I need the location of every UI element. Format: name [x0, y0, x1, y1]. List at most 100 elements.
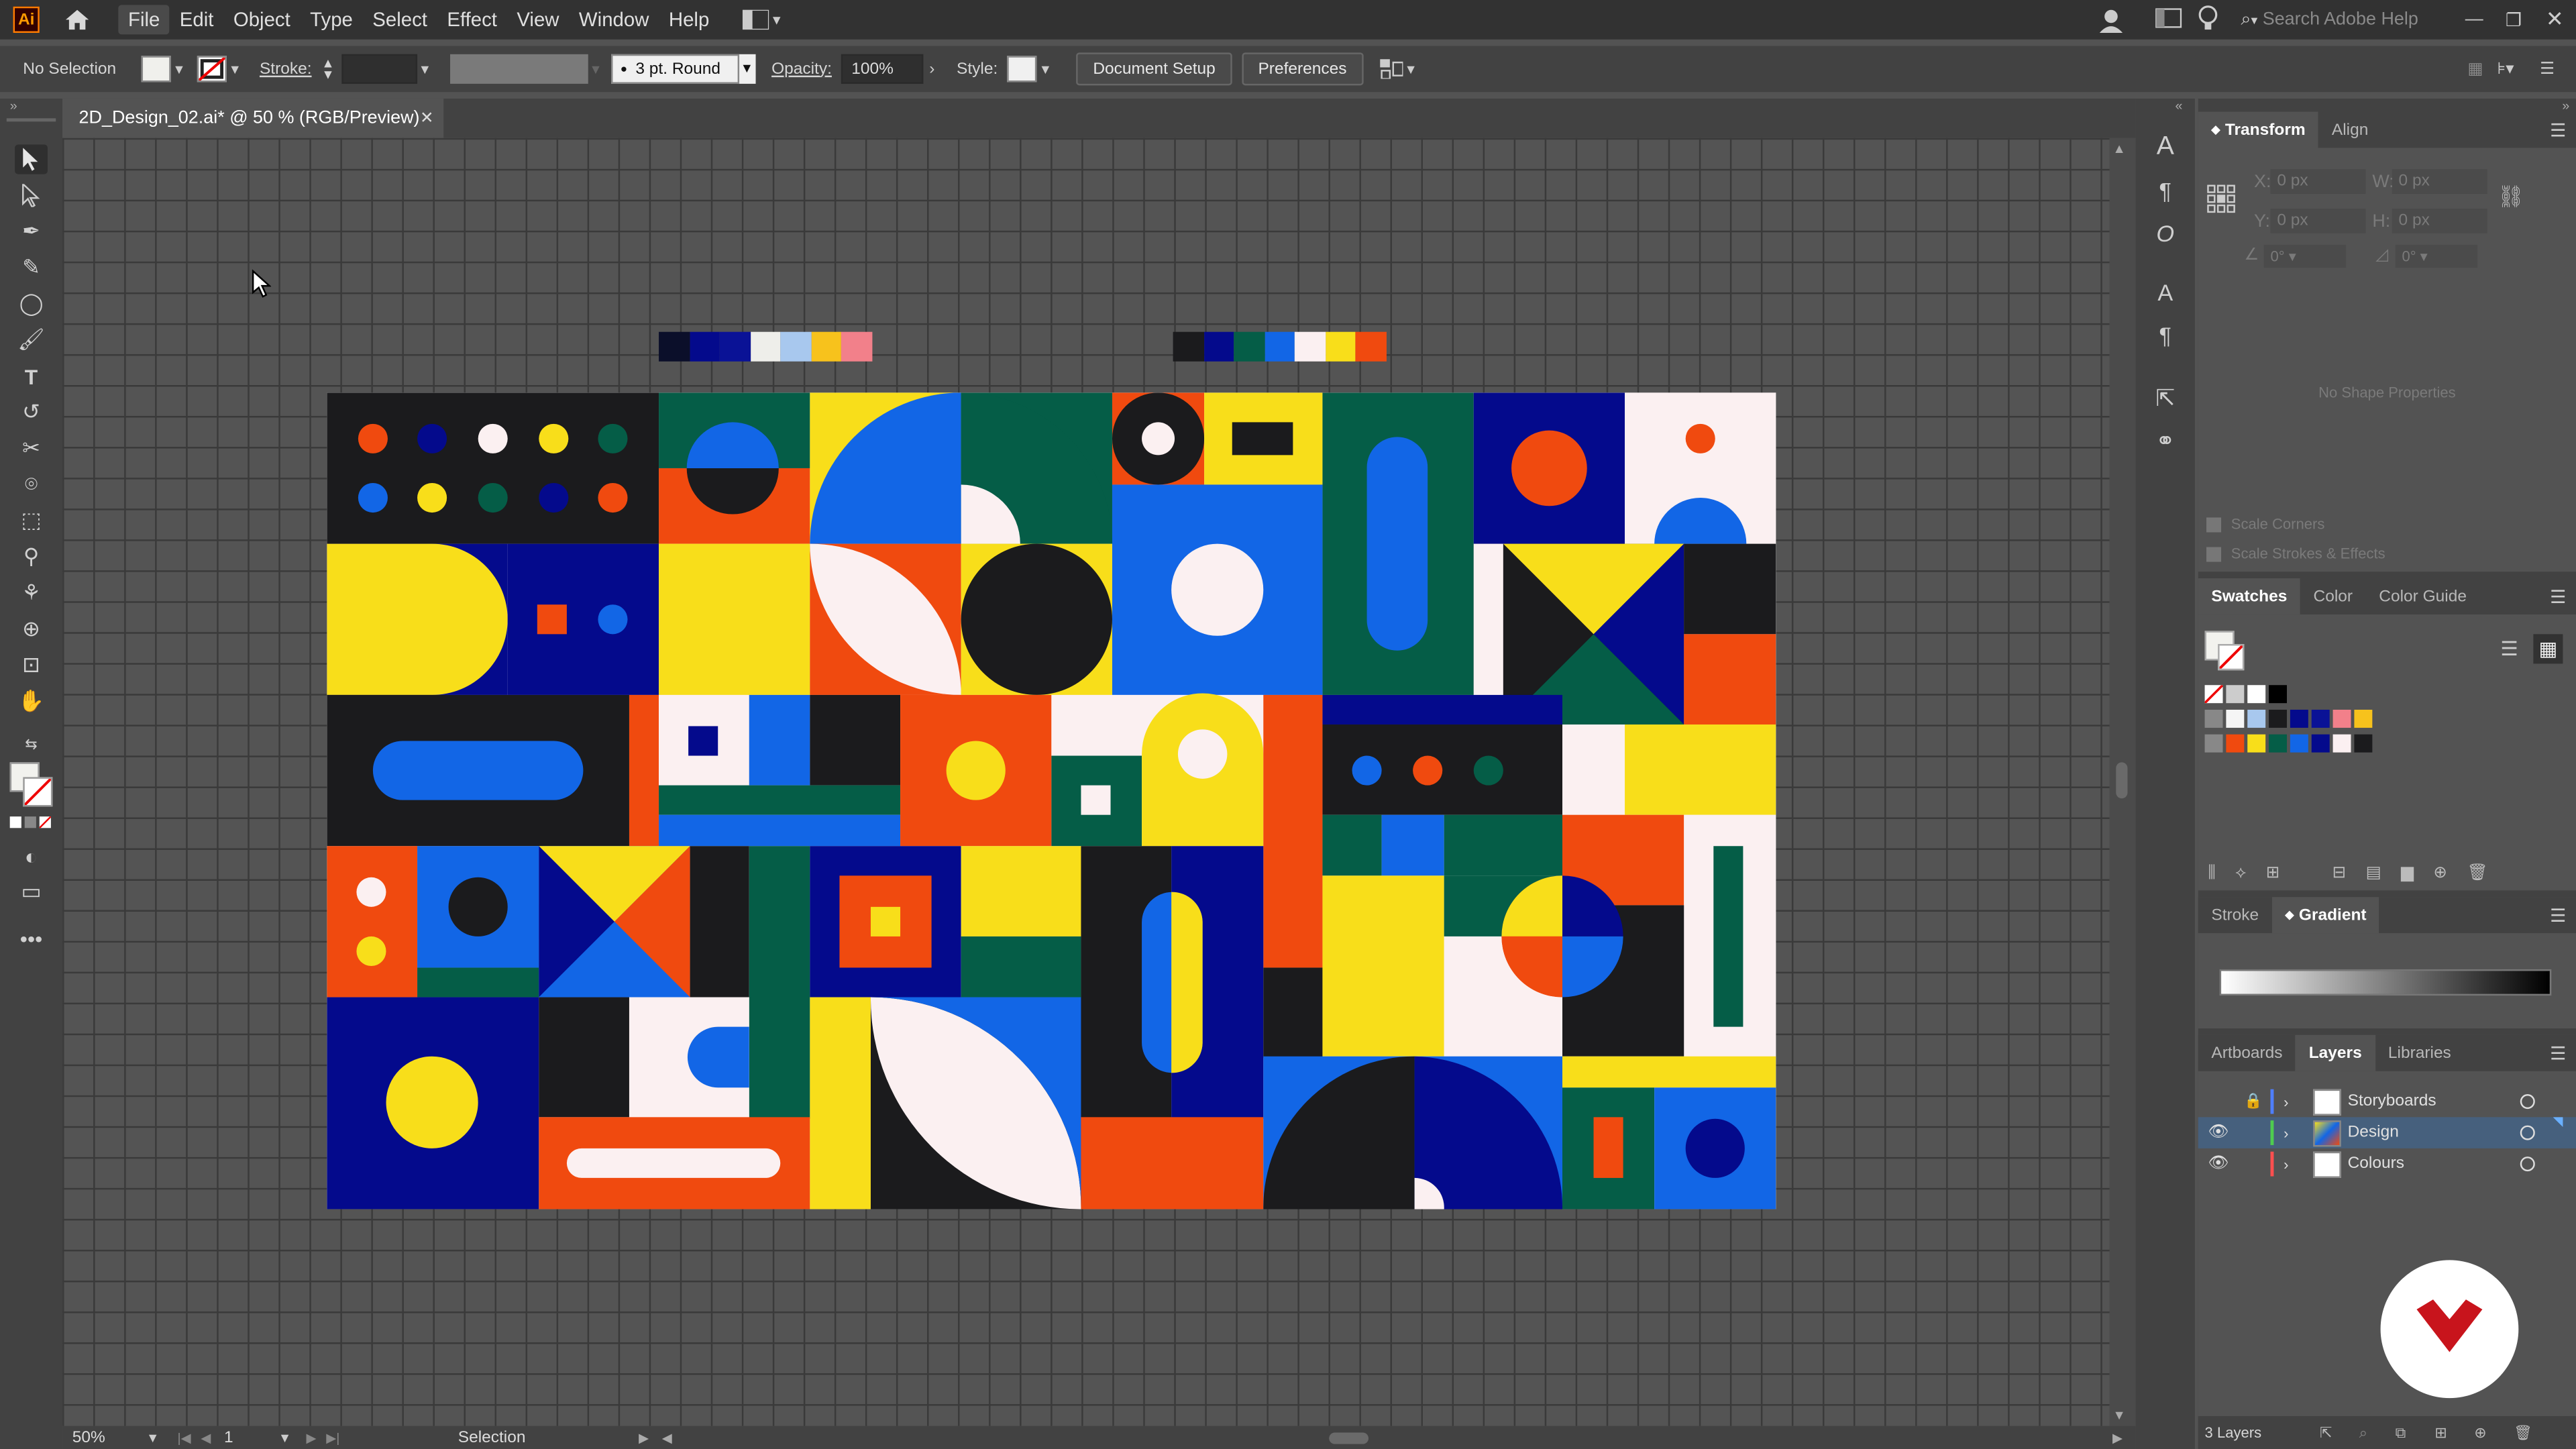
chevron-right-icon[interactable]: ›: [924, 60, 940, 78]
chevron-down-icon[interactable]: ▼: [1037, 62, 1053, 76]
swatch-black[interactable]: [2269, 685, 2288, 704]
scroll-up-icon[interactable]: ▲: [2112, 142, 2125, 156]
opentype-panel-icon[interactable]: O: [2149, 217, 2182, 250]
x-input[interactable]: 0 px: [2270, 169, 2366, 194]
collapse-strip-icon[interactable]: «: [2175, 99, 2182, 113]
scroll-right-icon[interactable]: ▶: [2112, 1430, 2123, 1445]
user-account-icon[interactable]: [2093, 7, 2129, 33]
character-panel-icon[interactable]: A: [2149, 131, 2182, 164]
rotate-angle-input[interactable]: 0° ▾: [2263, 244, 2347, 268]
opacity-label[interactable]: Opacity:: [771, 60, 832, 78]
fill-swatch[interactable]: [141, 56, 171, 83]
draw-mode-icon[interactable]: ◐: [15, 841, 48, 871]
chevron-down-icon[interactable]: ▼: [276, 1430, 292, 1445]
swatch-4[interactable]: [2290, 709, 2308, 728]
blend-tool-icon[interactable]: ⚘: [15, 578, 48, 608]
arrange-documents-icon[interactable]: [2155, 7, 2188, 32]
rotate-tool-icon[interactable]: ↺: [15, 398, 48, 427]
w-input[interactable]: 0 px: [2392, 169, 2487, 194]
layer-target-icon[interactable]: [2520, 1157, 2535, 1172]
opacity-input[interactable]: 100%: [841, 54, 924, 84]
ellipse-tool-icon[interactable]: ◯: [15, 289, 48, 319]
active-stroke-swatch[interactable]: [2218, 644, 2245, 671]
swatch-white[interactable]: [2247, 685, 2266, 704]
layer-visibility-eye-icon[interactable]: 👁: [2208, 1124, 2229, 1142]
chevron-down-icon[interactable]: ▼: [145, 1430, 161, 1445]
delete-layer-icon[interactable]: 🗑: [2514, 1424, 2532, 1442]
artboard-tool-icon[interactable]: ⊡: [15, 651, 48, 680]
shape-builder-tool-icon[interactable]: ⊕: [15, 614, 48, 644]
status-menu-icon[interactable]: ▶: [639, 1430, 649, 1445]
swatch-1[interactable]: [2226, 709, 2245, 728]
swatch-kind-icon[interactable]: ⟡: [2235, 864, 2246, 882]
swatch-list-icon[interactable]: ▤: [2366, 864, 2381, 882]
stroke-weight-stepper[interactable]: ▲ ▼: [321, 56, 334, 81]
workspace-switcher[interactable]: ▼: [742, 9, 785, 30]
swatch-14[interactable]: [2354, 734, 2373, 753]
color-mode-buttons[interactable]: [9, 816, 51, 828]
swatch-none[interactable]: [2204, 685, 2223, 704]
collapse-toolbar-icon[interactable]: »: [10, 99, 17, 113]
zoom-level[interactable]: 50%: [72, 1428, 145, 1446]
shear-input[interactable]: 0° ▾: [2395, 244, 2478, 268]
layer-name[interactable]: Colours: [2348, 1155, 2404, 1173]
menu-effect[interactable]: Effect: [437, 5, 507, 34]
layer-name[interactable]: Storyboards: [2348, 1093, 2436, 1111]
collect-export-icon[interactable]: ⇱: [2320, 1424, 2359, 1442]
tab-gradient[interactable]: ◆ Gradient: [2271, 897, 2380, 934]
swatch-8[interactable]: [2226, 734, 2245, 753]
discover-lightbulb-icon[interactable]: [2198, 4, 2231, 36]
stroke-weight-input[interactable]: [341, 54, 417, 84]
layer-row-design[interactable]: 👁 › Design: [2198, 1117, 2576, 1148]
swatch-5[interactable]: [2311, 709, 2330, 728]
minimize-window-button[interactable]: —: [2455, 10, 2494, 30]
edit-toolbar-icon[interactable]: •••: [15, 923, 48, 953]
graphic-style-swatch[interactable]: [1008, 56, 1038, 83]
control-menu-icon[interactable]: ☰: [2540, 60, 2576, 78]
tab-layers[interactable]: Layers: [2296, 1034, 2375, 1071]
swatch-6[interactable]: [2332, 709, 2351, 728]
tab-align[interactable]: Align: [2318, 112, 2381, 148]
swatch-10[interactable]: [2269, 734, 2288, 753]
search-adobe-help[interactable]: ⌕ ▾ Search Adobe Help: [2241, 5, 2454, 34]
horizontal-scroll-thumb[interactable]: [1329, 1432, 1369, 1444]
panel-menu-icon[interactable]: ☰: [2550, 1043, 2566, 1065]
distribute-icon[interactable]: ⊧▾: [2497, 60, 2540, 78]
artboard-number[interactable]: 1: [224, 1428, 276, 1446]
swatch-3[interactable]: [2269, 709, 2288, 728]
reference-point-icon[interactable]: [2206, 184, 2236, 213]
direct-selection-tool-icon[interactable]: [15, 180, 48, 210]
vertical-scroll-thumb[interactable]: [2116, 762, 2128, 799]
scale-strokes-checkbox[interactable]: Scale Strokes & Effects: [2206, 545, 2385, 562]
stroke-swatch[interactable]: [197, 56, 227, 83]
grid-view-icon[interactable]: ▦: [2533, 634, 2563, 664]
panel-layout-icon[interactable]: ▦: [2467, 60, 2497, 78]
tab-artboards[interactable]: Artboards: [2198, 1035, 2296, 1071]
constrain-proportions-icon[interactable]: ⛓: [2497, 184, 2524, 210]
chevron-down-icon[interactable]: ▼: [739, 54, 755, 84]
previous-artboard-icon[interactable]: ◀: [201, 1430, 211, 1445]
selection-tool-icon[interactable]: [15, 144, 48, 174]
paintbrush-tool-icon[interactable]: 🖌: [15, 325, 48, 355]
vertical-scrollbar[interactable]: ▲ ▼: [2109, 138, 2136, 1426]
character-styles-icon[interactable]: A: [2149, 276, 2182, 309]
curvature-tool-icon[interactable]: ✎: [15, 253, 48, 282]
layer-lock-icon[interactable]: 🔒: [2244, 1093, 2262, 1111]
panel-menu-icon[interactable]: ☰: [2550, 905, 2566, 926]
menu-type[interactable]: Type: [300, 5, 362, 34]
brush-definition[interactable]: ● 3 pt. Round: [610, 54, 739, 84]
scroll-down-icon[interactable]: ▼: [2112, 1408, 2125, 1423]
menu-view[interactable]: View: [507, 5, 570, 34]
swatch-2[interactable]: [2247, 709, 2266, 728]
gradient-ramp[interactable]: [2219, 969, 2552, 996]
menu-select[interactable]: Select: [363, 5, 437, 34]
scroll-left-icon[interactable]: ◀: [662, 1430, 672, 1445]
chevron-down-icon[interactable]: ▼: [417, 62, 433, 76]
new-swatch-icon[interactable]: ⊕: [2433, 864, 2447, 882]
artboard[interactable]: [327, 392, 1776, 1210]
clipping-mask-icon[interactable]: ⧉: [2396, 1424, 2435, 1442]
swatch-libraries-icon[interactable]: ⫼: [2208, 864, 2215, 882]
chevron-down-icon[interactable]: ▼: [588, 62, 604, 76]
links-panel-icon[interactable]: ⚭: [2149, 424, 2182, 457]
swatch-registration[interactable]: [2226, 685, 2245, 704]
